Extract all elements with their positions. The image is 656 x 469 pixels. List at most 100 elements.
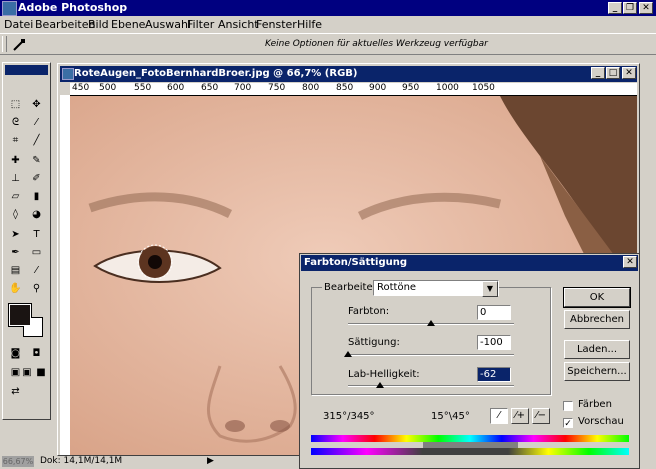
ruler-label: 1000 [436, 83, 459, 93]
minimize-icon[interactable]: _ [608, 2, 622, 14]
slice-tool-icon[interactable]: ╱ [27, 133, 46, 150]
photoshop-logo-icon [2, 1, 17, 16]
path-select-icon[interactable]: ➤ [6, 227, 25, 244]
document-title-bar[interactable]: RoteAugen_FotoBernhardBroer.jpg @ 66,7% … [60, 66, 637, 82]
menu-ansicht[interactable]: Ansicht [218, 18, 259, 31]
ruler-label: 550 [134, 83, 152, 93]
lightness-slider-thumb[interactable] [375, 382, 384, 388]
document-title: RoteAugen_FotoBernhardBroer.jpg @ 66,7% … [74, 68, 358, 79]
doc-maximize-icon[interactable]: □ [606, 67, 620, 79]
ruler-label: 700 [234, 83, 252, 93]
quickmask-mode-icon[interactable]: ◘ [27, 346, 46, 363]
marquee-tool-icon[interactable]: ⬚ [6, 97, 25, 114]
menu-ebene[interactable]: Ebene [111, 18, 145, 31]
edit-group [311, 287, 551, 395]
ruler-label: 850 [336, 83, 354, 93]
zoom-level[interactable]: 66,67% [2, 456, 34, 467]
type-tool-icon[interactable]: T [27, 227, 46, 244]
move-tool-icon[interactable]: ✥ [27, 97, 46, 114]
ruler-label: 450 [72, 83, 90, 93]
hue-saturation-dialog: Farbton/Sättigung ✕ Bearbeiten: Rottöne … [299, 253, 640, 469]
ruler-label: 650 [201, 83, 219, 93]
eyedropper-icon[interactable] [11, 37, 27, 53]
colorize-checkbox[interactable] [563, 401, 573, 411]
dodge-tool-icon[interactable]: ◕ [27, 207, 46, 224]
edit-select[interactable]: Rottöne ▼ [373, 280, 499, 297]
foreground-color-front[interactable] [9, 304, 31, 326]
app-title: Adobe Photoshop [18, 1, 128, 14]
menu-fenster[interactable]: Fenster [256, 18, 297, 31]
stamp-tool-icon[interactable]: ⊥ [6, 171, 25, 188]
preview-label: Vorschau [578, 416, 624, 427]
brush-tool-icon[interactable]: ✎ [27, 153, 46, 170]
magic-wand-icon[interactable]: ⁄ [27, 115, 46, 132]
save-button[interactable]: Speichern... [564, 362, 630, 381]
preview-check-mark: ✓ [564, 419, 572, 429]
hand-tool-icon[interactable]: ✋ [6, 281, 25, 298]
lasso-tool-icon[interactable]: ᘓ [6, 115, 25, 132]
restore-icon[interactable]: ❐ [623, 2, 637, 14]
doc-size: Dok: 14,1M/14,1M [40, 456, 123, 466]
hue-field[interactable]: 0 [477, 305, 511, 320]
lightness-slider-track[interactable] [348, 385, 514, 387]
menu-hilfe[interactable]: Hilfe [297, 18, 322, 31]
blur-tool-icon[interactable]: ◊ [6, 207, 25, 224]
app-title-bar: Adobe Photoshop _ ❐ ✕ [0, 0, 656, 16]
history-brush-icon[interactable]: ✐ [27, 171, 46, 188]
dialog-title: Farbton/Sättigung [304, 257, 407, 268]
ok-button[interactable]: OK [563, 287, 631, 308]
screen-mode-full-icon[interactable]: ■ [34, 365, 48, 382]
saturation-slider-track[interactable] [348, 354, 514, 356]
ruler-label: 750 [268, 83, 286, 93]
eyedropper-minus-icon[interactable]: ⁄− [532, 408, 550, 424]
doc-minimize-icon[interactable]: _ [591, 67, 605, 79]
ruler-label: 900 [369, 83, 387, 93]
hue-spectrum-top [311, 435, 629, 442]
dialog-close-icon[interactable]: ✕ [623, 256, 637, 268]
menu-bild[interactable]: Bild [88, 18, 109, 31]
saturation-field[interactable]: -100 [477, 335, 511, 350]
hue-slider-thumb[interactable] [427, 320, 435, 326]
options-grip[interactable] [2, 36, 7, 52]
notes-tool-icon[interactable]: ▤ [6, 263, 25, 280]
document-icon [62, 68, 74, 80]
menu-datei[interactable]: Datei [4, 18, 33, 31]
healing-brush-icon[interactable]: ✚ [6, 153, 25, 170]
gradient-tool-icon[interactable]: ▮ [27, 189, 46, 206]
lightness-field[interactable]: -62 [477, 367, 511, 382]
dialog-title-bar[interactable]: Farbton/Sättigung ✕ [301, 255, 638, 271]
range-right-label: 15°\45° [431, 411, 470, 422]
menu-auswahl[interactable]: Auswahl [145, 18, 191, 31]
menu-filter[interactable]: Filter [187, 18, 214, 31]
status-arrow-icon[interactable]: ▶ [207, 456, 214, 466]
toolbox-header[interactable] [5, 65, 48, 75]
eyedropper-plus-icon[interactable]: ⁄+ [511, 408, 529, 424]
menu-bearbeiten[interactable]: Bearbeiten [35, 18, 95, 31]
eyedropper-tool-icon[interactable]: ⁄ [27, 263, 46, 280]
eyedropper-icon[interactable]: ⁄ [490, 408, 508, 424]
saturation-label: Sättigung: [348, 337, 400, 348]
pen-tool-icon[interactable]: ✒ [6, 245, 25, 262]
load-button[interactable]: Laden... [564, 340, 630, 359]
range-left-label: 315°/345° [323, 411, 375, 422]
close-icon[interactable]: ✕ [639, 2, 653, 14]
shape-tool-icon[interactable]: ▭ [27, 245, 46, 262]
screen-mode-full-menu-icon[interactable]: ▣ [20, 365, 34, 382]
hue-spectrum-bottom [311, 448, 629, 455]
ruler-label: 500 [99, 83, 117, 93]
cancel-button[interactable]: Abbrechen [564, 310, 630, 329]
zoom-tool-icon[interactable]: ⚲ [27, 281, 46, 298]
jump-to-imageready-icon[interactable]: ⇄ [6, 384, 25, 401]
horizontal-ruler: 450 500 550 600 650 700 750 800 850 900 … [70, 83, 637, 96]
ruler-label: 950 [402, 83, 420, 93]
crop-tool-icon[interactable]: ⌗ [6, 133, 25, 150]
standard-mode-icon[interactable]: ◙ [6, 346, 25, 363]
ruler-label: 600 [167, 83, 185, 93]
preview-checkbox[interactable]: ✓ [563, 418, 573, 429]
saturation-slider-thumb[interactable] [344, 351, 352, 357]
chevron-down-icon[interactable]: ▼ [482, 281, 498, 297]
toolbox: ⬚ ✥ ᘓ ⁄ ⌗ ╱ ✚ ✎ ⊥ ✐ ▱ ▮ ◊ ◕ ➤ T ✒ ▭ ▤ ⁄ … [2, 62, 51, 420]
eraser-tool-icon[interactable]: ▱ [6, 189, 25, 206]
doc-close-icon[interactable]: ✕ [622, 67, 636, 79]
options-bar: Keine Optionen für aktuelles Werkzeug ve… [0, 33, 656, 55]
